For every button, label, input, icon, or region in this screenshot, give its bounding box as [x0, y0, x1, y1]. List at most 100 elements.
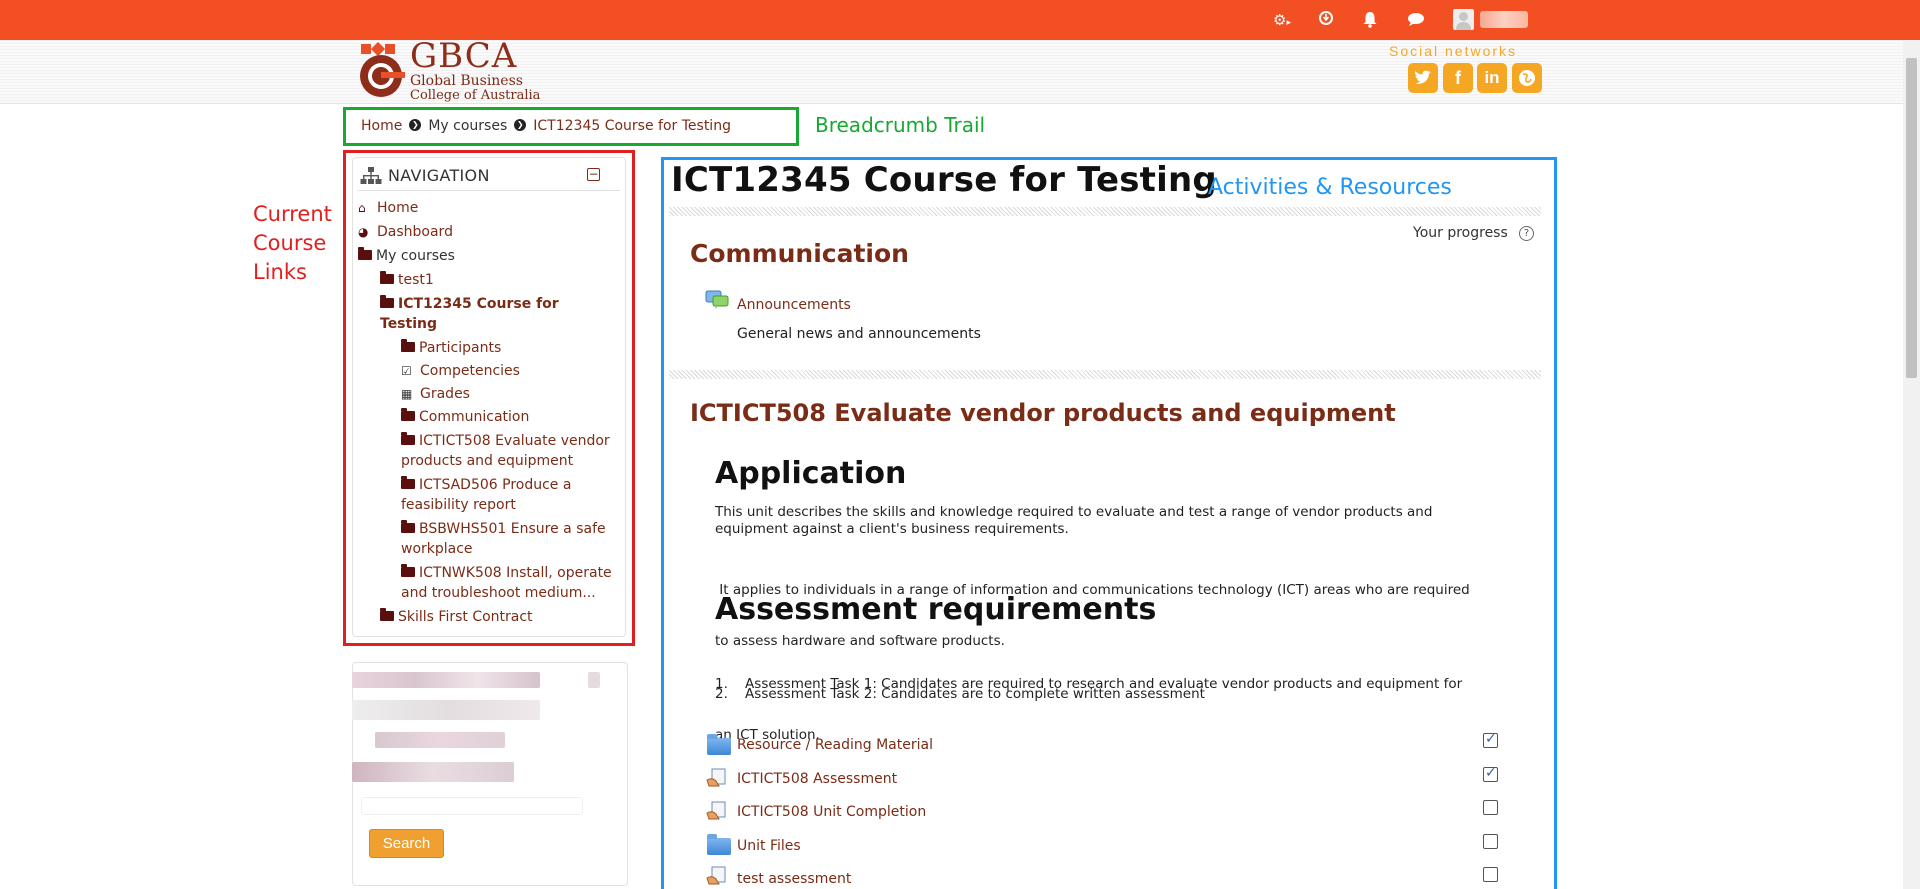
nav-label: Communication — [419, 409, 530, 425]
bell-icon[interactable] — [1362, 11, 1378, 32]
nav-label-continued: Testing — [380, 316, 437, 332]
nav-label-continued: products and equipment — [401, 453, 574, 469]
nav-label: Dashboard — [377, 224, 453, 240]
folder-icon — [707, 834, 731, 855]
nav-label: My courses — [376, 248, 455, 264]
user-avatar[interactable] — [1453, 9, 1474, 30]
folder-icon — [401, 432, 415, 445]
assignment-icon — [706, 801, 726, 820]
logo-abbreviation: GBCA — [410, 36, 518, 76]
breadcrumb-annotation: Breadcrumb Trail — [815, 113, 986, 137]
nav-label: BSBWHS501 Ensure a safe — [419, 521, 606, 537]
top-navbar: ⚙▸ — [0, 0, 1920, 40]
nav-item-ictsad506[interactable]: ICTSAD506 Produce a feasibility report — [401, 475, 571, 515]
nav-item-my-courses[interactable]: My courses — [358, 246, 455, 266]
table-icon: ▦ — [401, 387, 413, 401]
home-icon: ⌂ — [358, 201, 366, 215]
search-input[interactable] — [361, 797, 583, 815]
activity-ictict508-assessment[interactable]: ICTICT508 Assessment — [737, 771, 897, 787]
annotation-line: Current — [253, 202, 332, 226]
breadcrumb-course[interactable]: ICT12345 Course for Testing — [533, 118, 731, 134]
course-title: ICT12345 Course for Testing — [671, 160, 1217, 200]
activity-unit-files[interactable]: Unit Files — [737, 838, 801, 854]
completion-checkbox[interactable] — [1483, 765, 1498, 782]
assignment-icon — [706, 768, 726, 787]
nav-item-current-course[interactable]: ICT12345 Course for Testing — [380, 294, 559, 334]
help-icon[interactable]: ? — [1519, 226, 1534, 241]
breadcrumb-my-courses[interactable]: My courses — [428, 118, 507, 134]
divider — [669, 370, 1541, 379]
twitter-icon[interactable] — [1408, 63, 1438, 93]
logo-line-1: Global Business — [410, 73, 523, 89]
redacted-content — [352, 700, 540, 720]
gbca-logo-icon[interactable] — [357, 42, 407, 100]
linkedin-icon[interactable]: in — [1477, 63, 1507, 93]
nav-item-grades[interactable]: ▦ Grades — [401, 384, 470, 404]
nav-label: ICT12345 Course for — [398, 296, 559, 312]
progress-label: Your progress — [1413, 225, 1508, 241]
folder-icon — [401, 520, 415, 533]
logo-line-2: College of Australia — [410, 88, 541, 103]
completion-checkbox[interactable] — [1483, 800, 1498, 815]
nav-label: test1 — [398, 272, 434, 288]
nav-label-continued: workplace — [401, 541, 473, 557]
section-title-communication: Communication — [690, 239, 909, 268]
nav-item-ictnwk508[interactable]: ICTNWK508 Install, operate and troublesh… — [401, 563, 612, 603]
assessment-item-2: 2. Assessment Task 2: Candidates are to … — [715, 686, 1205, 702]
nav-item-participants[interactable]: Participants — [401, 338, 501, 358]
nav-item-skills-first[interactable]: Skills First Contract — [380, 607, 533, 627]
dashboard-icon: ◕ — [358, 225, 369, 239]
search-button[interactable]: Search — [369, 829, 444, 858]
breadcrumb-home[interactable]: Home — [361, 118, 402, 134]
folder-icon — [380, 608, 394, 621]
course-links-annotation: Current Course Links — [253, 200, 332, 287]
folder-icon — [401, 476, 415, 489]
activity-test-assessment[interactable]: test assessment — [737, 871, 851, 887]
user-name-redacted[interactable] — [1480, 11, 1528, 28]
collapse-icon[interactable]: − — [587, 168, 600, 181]
announcements-description: General news and announcements — [737, 326, 981, 342]
facebook-icon[interactable]: f — [1443, 63, 1473, 93]
folder-icon — [401, 408, 415, 421]
completion-checkbox[interactable] — [1483, 834, 1498, 849]
completion-checkbox[interactable] — [1483, 867, 1498, 882]
redacted-content — [375, 732, 505, 748]
nav-item-ictict508[interactable]: ICTICT508 Evaluate vendor products and e… — [401, 431, 610, 471]
redacted-content — [588, 672, 600, 688]
heading-assessment-requirements: Assessment requirements — [715, 592, 1157, 627]
divider — [669, 207, 1541, 216]
assignment-icon — [706, 866, 726, 885]
arrow-circle-icon[interactable] — [1318, 10, 1334, 30]
heading-application: Application — [715, 456, 907, 491]
folder-icon — [401, 564, 415, 577]
scrollbar-thumb[interactable] — [1906, 58, 1917, 378]
nav-label: Competencies — [420, 363, 520, 379]
annotation-line: Course — [253, 231, 327, 255]
nav-item-test1[interactable]: test1 — [380, 270, 434, 290]
folder-icon — [380, 271, 394, 284]
logo-text[interactable]: GBCA Global Business College of Australi… — [410, 38, 540, 103]
nav-item-competencies[interactable]: ☑ Competencies — [401, 361, 520, 381]
nav-item-communication[interactable]: Communication — [401, 407, 529, 427]
completion-checkbox[interactable] — [1483, 731, 1498, 748]
nav-label-continued: feasibility report — [401, 497, 516, 513]
chat-icon[interactable] — [1407, 12, 1425, 31]
globe-icon[interactable] — [1512, 63, 1542, 93]
nav-item-home[interactable]: ⌂ Home — [358, 198, 418, 218]
nav-item-dashboard[interactable]: ◕ Dashboard — [358, 222, 453, 242]
nav-label: ICTNWK508 Install, operate — [419, 565, 612, 581]
nav-label: Home — [377, 200, 419, 216]
sitemap-icon — [360, 167, 382, 184]
gear-icon[interactable]: ⚙▸ — [1273, 11, 1291, 32]
social-networks-label: Social networks — [1389, 43, 1518, 59]
text-line: This unit describes the skills and knowl… — [715, 504, 1433, 520]
nav-label: Participants — [419, 340, 502, 356]
activity-ictict508-unit-completion[interactable]: ICTICT508 Unit Completion — [737, 804, 926, 820]
activities-annotation: Activities & Resources — [1208, 175, 1452, 200]
activity-resource-reading[interactable]: Resource / Reading Material — [737, 737, 933, 753]
navigation-header: NAVIGATION − — [358, 165, 620, 191]
application-paragraph-1: This unit describes the skills and knowl… — [715, 504, 1510, 538]
nav-item-bsbwhs501[interactable]: BSBWHS501 Ensure a safe workplace — [401, 519, 606, 559]
announcements-link[interactable]: Announcements — [737, 297, 851, 313]
annotation-line: Links — [253, 260, 307, 284]
